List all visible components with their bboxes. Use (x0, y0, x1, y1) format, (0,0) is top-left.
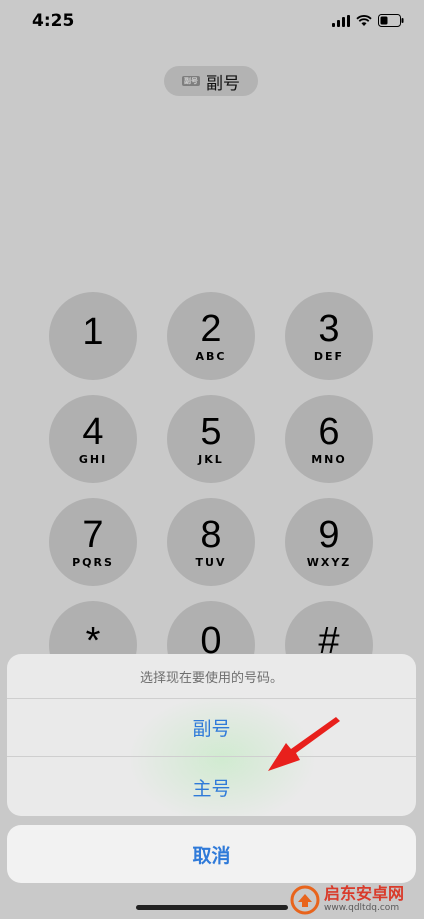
key-9[interactable]: 9 WXYZ (285, 498, 373, 586)
key-digit: 2 (200, 308, 222, 350)
watermark-name: 启东安卓网 (324, 884, 405, 903)
cancel-button[interactable]: 取消 (7, 825, 416, 883)
key-digit: 1 (82, 311, 104, 353)
key-digit: 9 (318, 514, 340, 556)
key-digit: 5 (200, 411, 222, 453)
status-icons (332, 14, 404, 27)
key-4[interactable]: 4 GHI (49, 395, 137, 483)
sim-badge: 副号 (182, 76, 200, 86)
key-3[interactable]: 3 DEF (285, 292, 373, 380)
sim-line-label: 副号 (206, 73, 240, 94)
sim-line-selector[interactable]: 副号 副号 (164, 66, 258, 96)
watermark: 启东安卓网 www.qdltdq.com (290, 880, 424, 919)
action-sheet-title: 选择现在要使用的号码。 (7, 654, 416, 699)
key-digit: 4 (82, 411, 104, 453)
annotation-arrow-icon (268, 717, 340, 771)
key-letters: WXYZ (306, 556, 352, 569)
line-choice-action-sheet: 选择现在要使用的号码。 副号 主号 (7, 654, 416, 816)
key-letters: MNO (311, 453, 347, 466)
watermark-url: www.qdltdq.com (324, 903, 400, 913)
key-letters: PQRS (72, 556, 114, 569)
wifi-icon (356, 14, 372, 26)
key-digit: 7 (82, 514, 104, 556)
key-digit: 6 (318, 411, 340, 453)
key-letters: GHI (78, 453, 108, 466)
key-2[interactable]: 2 ABC (167, 292, 255, 380)
key-letters: TUV (195, 556, 227, 569)
primary-line-option[interactable]: 主号 (7, 758, 416, 816)
key-7[interactable]: 7 PQRS (49, 498, 137, 586)
cellular-signal-icon (332, 14, 350, 27)
secondary-line-option[interactable]: 副号 (7, 699, 416, 757)
battery-icon (378, 14, 404, 27)
key-6[interactable]: 6 MNO (285, 395, 373, 483)
status-time: 4:25 (32, 11, 75, 31)
key-letters: DEF (313, 350, 345, 363)
key-digit: 8 (200, 514, 222, 556)
key-1[interactable]: 1 (49, 292, 137, 380)
status-bar: 4:25 (0, 0, 424, 44)
watermark-logo-icon (290, 885, 320, 914)
key-digit: 3 (318, 308, 340, 350)
key-letters: JKL (198, 453, 224, 466)
home-indicator[interactable] (136, 905, 288, 910)
key-5[interactable]: 5 JKL (167, 395, 255, 483)
key-letters: ABC (195, 350, 227, 363)
key-8[interactable]: 8 TUV (167, 498, 255, 586)
